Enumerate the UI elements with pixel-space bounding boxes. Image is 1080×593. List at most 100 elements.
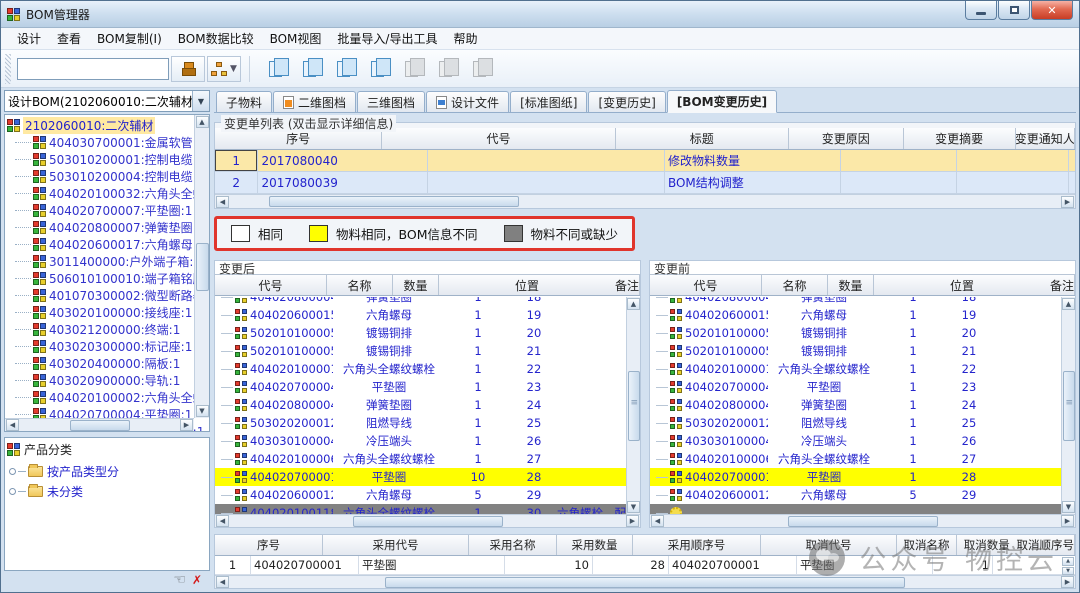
column-header[interactable]: 采用数量	[557, 535, 633, 555]
horizontal-scrollbar[interactable]: ◀ ▶	[650, 514, 1075, 527]
column-header[interactable]: 代号	[215, 275, 327, 295]
tab[interactable]: [标准图纸]	[510, 91, 587, 112]
tree-node[interactable]: 503010200004:控制电缆:1	[7, 168, 209, 185]
scroll-right-icon[interactable]: ▶	[1061, 515, 1074, 527]
menu-item[interactable]: BOM数据比较	[170, 28, 262, 49]
tree-vertical-scrollbar[interactable]: ▲ ▼	[194, 115, 209, 418]
tree-node[interactable]: 3011400000:户外端子箱:1	[7, 253, 209, 270]
tab[interactable]: [BOM变更历史]	[667, 90, 777, 113]
copy-structure-button[interactable]	[294, 55, 324, 83]
bom-row[interactable]: 404020600012 六角螺母 5 29	[215, 486, 626, 504]
scrollbar-thumb[interactable]	[385, 577, 905, 588]
tab[interactable]: 二维图档	[273, 91, 356, 112]
menu-item[interactable]: BOM视图	[262, 28, 330, 49]
tree-node[interactable]: 401070300002:微型断路器:1	[7, 287, 209, 304]
tree-node[interactable]: 404030700001:金属软管:1	[7, 134, 209, 151]
column-header[interactable]: 标题	[616, 128, 789, 149]
tab[interactable]: 三维图档	[357, 91, 425, 112]
horizontal-scrollbar[interactable]: ◀ ▶	[215, 514, 640, 527]
close-x-icon[interactable]: ✗	[192, 573, 202, 587]
scroll-right-icon[interactable]: ▶	[626, 515, 639, 527]
copy-bom-button[interactable]	[260, 55, 290, 83]
tree-node[interactable]: 506010100010:端子箱铭牌:1	[7, 270, 209, 287]
scrollbar-thumb[interactable]	[353, 516, 503, 527]
hand-stamp-icon[interactable]: ☜	[173, 573, 186, 587]
column-header[interactable]: 变更通知人	[1016, 128, 1075, 149]
column-header[interactable]: 备注	[615, 275, 640, 295]
column-header[interactable]: 名称	[762, 275, 828, 295]
bom-row[interactable]: 404020700004 平垫圈 1 23	[650, 378, 1061, 396]
column-header[interactable]: 采用名称	[469, 535, 557, 555]
scroll-right-icon[interactable]: ▶	[180, 419, 193, 431]
column-header[interactable]: 取消顺序号	[1017, 535, 1076, 555]
toolbar-grip[interactable]	[5, 54, 11, 84]
change-order-row[interactable]: 1 2017080040 修改物料数量	[215, 150, 1075, 172]
search-input[interactable]	[17, 58, 169, 80]
scroll-left-icon[interactable]: ◀	[216, 196, 229, 208]
tree-root-node[interactable]: 2102060010:二次辅材	[7, 117, 209, 134]
bom-row[interactable]: 404020100006 六角头全螺纹螺栓 1 27	[650, 450, 1061, 468]
bom-row[interactable]: 403030100004 冷压端头 1 26	[650, 432, 1061, 450]
vertical-scrollbar[interactable]: ▲ ▼	[1061, 297, 1075, 514]
column-header[interactable]: 取消代号	[761, 535, 897, 555]
tab[interactable]: 子物料	[216, 91, 272, 112]
scrollbar-thumb[interactable]	[269, 196, 519, 207]
column-header[interactable]: 代号	[382, 128, 615, 149]
bom-row[interactable]: 502010100005 镀锡铜排 1 20	[215, 324, 626, 342]
tree-node[interactable]: 403020900000:导轨:1	[7, 372, 209, 389]
minimize-button[interactable]	[965, 1, 997, 20]
bom-structure-button[interactable]: ▼	[207, 56, 241, 82]
scrollbar-thumb[interactable]	[788, 516, 938, 527]
bom-row[interactable]: 404020600015 六角螺母 1 19	[650, 306, 1061, 324]
change-list-horizontal-scrollbar[interactable]: ◀ ▶	[215, 194, 1075, 208]
column-header[interactable]: 代号	[650, 275, 762, 295]
scroll-left-icon[interactable]: ◀	[216, 576, 229, 588]
combo-dropdown-button[interactable]: ▼	[192, 91, 209, 111]
scroll-down-icon[interactable]: ▼	[196, 405, 209, 417]
bom-row[interactable]: 404020800004 弹簧垫圈 1 24	[650, 396, 1061, 414]
bom-row[interactable]	[650, 504, 1061, 514]
bom-row[interactable]: 404020600012 六角螺母 5 29	[650, 486, 1061, 504]
scroll-down-icon[interactable]: ▼	[1062, 501, 1075, 513]
maximize-button[interactable]	[998, 1, 1030, 20]
tree-node[interactable]: 404020100002:六角头全螺纹螺栓:1	[7, 389, 209, 406]
bom-row[interactable]: 403030100004 冷压端头 1 26	[215, 432, 626, 450]
scroll-up-icon[interactable]: ▲	[627, 298, 640, 310]
locate-button[interactable]	[171, 56, 205, 82]
table-row[interactable]: 1 404020700001 平垫圈 10 28 404020700001 平垫…	[215, 556, 1075, 575]
bom-row[interactable]: 404020100118 六角头全螺纹螺栓 1 30 六角螺栓、配2	[215, 504, 626, 514]
menu-item[interactable]: 帮助	[445, 28, 485, 49]
scrollbar-thumb[interactable]	[1063, 371, 1075, 441]
bom-row[interactable]: 404020800004 弹簧垫圈 1 18	[650, 297, 1061, 306]
column-header[interactable]: 数量	[393, 275, 439, 295]
change-order-row[interactable]: 2 2017080039 BOM结构调整	[215, 172, 1075, 194]
scroll-right-icon[interactable]: ▶	[1061, 576, 1074, 588]
bom-row[interactable]: 502010100005 镀锡铜排 1 21	[215, 342, 626, 360]
category-node[interactable]: 按产品类型分	[5, 461, 209, 481]
scroll-left-icon[interactable]: ◀	[216, 515, 229, 527]
bom-selector-combobox[interactable]: 设计BOM(2102060010:二次辅材) ▼	[4, 90, 210, 112]
column-header[interactable]: 位置	[874, 275, 1050, 295]
tree-expand-icon[interactable]	[9, 488, 16, 495]
scroll-up-icon[interactable]: ▲	[196, 116, 209, 128]
tree-node[interactable]: 404020600017:六角螺母:1	[7, 236, 209, 253]
scroll-left-icon[interactable]: ◀	[6, 419, 19, 431]
scroll-left-icon[interactable]: ◀	[651, 515, 664, 527]
scrollbar-thumb[interactable]	[628, 371, 640, 441]
tab[interactable]: 设计文件	[426, 91, 509, 112]
column-header[interactable]: 取消数量	[957, 535, 1017, 555]
column-header[interactable]: 采用顺序号	[633, 535, 761, 555]
bom-row[interactable]: 503020200012 阻燃导线 1 25	[215, 414, 626, 432]
bom-row[interactable]: 404020700001 平垫圈 1 28	[650, 468, 1061, 486]
bom-row[interactable]: 404020700001 平垫圈 10 28	[215, 468, 626, 486]
menu-item[interactable]: 批量导入/导出工具	[329, 28, 445, 49]
paste-structure-button[interactable]	[362, 55, 392, 83]
menu-item[interactable]: BOM复制(I)	[89, 28, 170, 49]
bom-row[interactable]: 404020600015 六角螺母 1 19	[215, 306, 626, 324]
column-header[interactable]: 备注	[1050, 275, 1075, 295]
tree-expand-icon[interactable]	[9, 468, 16, 475]
bottom-horizontal-scrollbar[interactable]: ◀ ▶	[215, 575, 1075, 588]
column-header[interactable]: 序号	[215, 535, 323, 555]
bom-row[interactable]: 404020100001 六角头全螺纹螺栓 1 22	[215, 360, 626, 378]
tree-node[interactable]: 403020400000:隔板:1	[7, 355, 209, 372]
